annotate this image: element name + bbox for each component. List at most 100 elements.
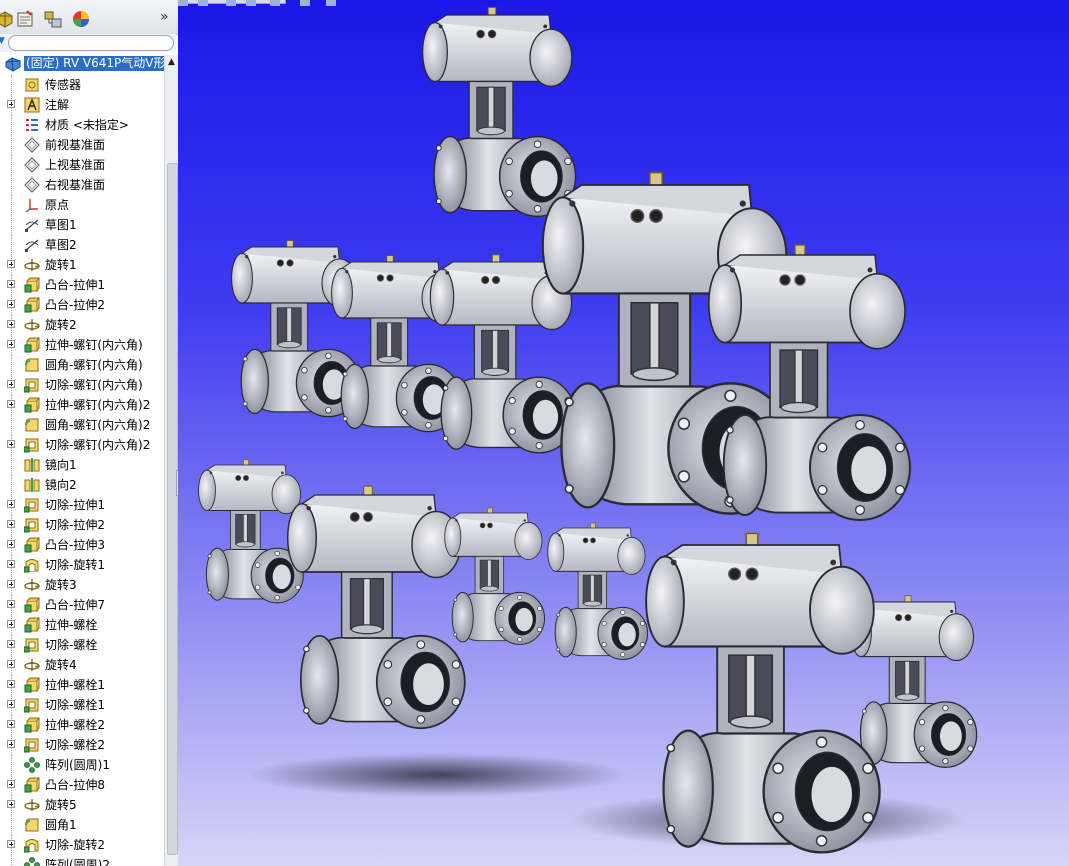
extrude-icon bbox=[24, 597, 40, 613]
tree-item[interactable]: 切除-拉伸1 bbox=[0, 495, 164, 515]
tree-item[interactable]: 右视基准面 bbox=[0, 175, 164, 195]
expand-toggle-icon[interactable] bbox=[7, 500, 15, 508]
tree-item-label: 草图2 bbox=[45, 238, 77, 252]
expand-toggle-icon[interactable] bbox=[7, 740, 15, 748]
expand-toggle-icon[interactable] bbox=[7, 540, 15, 548]
tree-item[interactable]: 圆角-螺钉(内六角)2 bbox=[0, 415, 164, 435]
tree-item[interactable]: 切除-螺钉(内六角)2 bbox=[0, 435, 164, 455]
tree-item[interactable]: 凸台-拉伸3 bbox=[0, 535, 164, 555]
origin-icon bbox=[25, 199, 38, 213]
tree-item[interactable]: 阵列(圆周)2 bbox=[0, 855, 164, 866]
filter-input[interactable] bbox=[8, 35, 174, 51]
scroll-up-icon[interactable]: ▲ bbox=[165, 55, 178, 69]
expand-toggle-icon[interactable] bbox=[7, 520, 15, 528]
expand-toggle-icon[interactable] bbox=[7, 720, 15, 728]
expand-toggle-icon[interactable] bbox=[7, 580, 15, 588]
expand-toggle-icon[interactable] bbox=[7, 700, 15, 708]
tree-item[interactable]: 凸台-拉伸7 bbox=[0, 595, 164, 615]
expand-toggle-icon[interactable] bbox=[7, 320, 15, 328]
tree-item[interactable]: 传感器 bbox=[0, 75, 164, 95]
appearance-manager-tab[interactable] bbox=[70, 8, 92, 30]
tree-item[interactable]: 草图2 bbox=[0, 235, 164, 255]
expand-toggle-icon[interactable] bbox=[7, 280, 15, 288]
tree-item[interactable]: 拉伸-螺钉(内六角) bbox=[0, 335, 164, 355]
fillet-icon bbox=[25, 418, 39, 432]
valve-model[interactable] bbox=[707, 244, 911, 521]
tree-item[interactable]: 切除-螺钉(内六角) bbox=[0, 375, 164, 395]
cut-revolve-icon bbox=[24, 839, 39, 853]
tree-item[interactable]: 切除-螺栓1 bbox=[0, 695, 164, 715]
tree-item[interactable]: 切除-旋转2 bbox=[0, 835, 164, 855]
graphics-viewport[interactable] bbox=[178, 0, 1069, 866]
tree-item-label: 镜向2 bbox=[45, 478, 77, 492]
valve-model-scene[interactable] bbox=[178, 0, 1069, 866]
valve-model[interactable] bbox=[644, 532, 881, 854]
expand-toggle-icon[interactable] bbox=[7, 800, 15, 808]
filter-icon[interactable]: ▼ bbox=[0, 36, 5, 46]
tree-item[interactable]: 凸台-拉伸1 bbox=[0, 275, 164, 295]
tree-item[interactable]: 旋转4 bbox=[0, 655, 164, 675]
configuration-manager-tab[interactable] bbox=[42, 8, 64, 30]
tree-item[interactable]: 旋转5 bbox=[0, 795, 164, 815]
tree-item[interactable]: 前视基准面 bbox=[0, 135, 164, 155]
expand-toggle-icon[interactable] bbox=[7, 380, 15, 388]
mirror-icon bbox=[24, 478, 40, 492]
tree-item[interactable]: 镜向2 bbox=[0, 475, 164, 495]
collapse-panel-icon[interactable]: » bbox=[160, 10, 169, 24]
expand-toggle-icon[interactable] bbox=[7, 780, 15, 788]
tree-item[interactable]: 旋转1 bbox=[0, 255, 164, 275]
valve-model[interactable] bbox=[286, 485, 466, 730]
expand-toggle-icon[interactable] bbox=[7, 600, 15, 608]
expand-toggle-icon[interactable] bbox=[7, 840, 15, 848]
tree-item[interactable]: 切除-旋转1 bbox=[0, 555, 164, 575]
tree-item[interactable]: 拉伸-螺栓1 bbox=[0, 675, 164, 695]
tree-item[interactable]: 阵列(圆周)1 bbox=[0, 755, 164, 775]
tree-item[interactable]: 拉伸-螺栓2 bbox=[0, 715, 164, 735]
tree-item-label: 切除-螺钉(内六角) bbox=[45, 378, 143, 392]
expand-toggle-icon[interactable] bbox=[7, 640, 15, 648]
tree-item[interactable]: 草图1 bbox=[0, 215, 164, 235]
scroll-thumb[interactable] bbox=[167, 163, 178, 855]
annotation-icon bbox=[24, 97, 40, 113]
tree-connector-line bbox=[11, 855, 12, 866]
tree-item[interactable]: 上视基准面 bbox=[0, 155, 164, 175]
expand-toggle-icon[interactable] bbox=[7, 660, 15, 668]
expand-toggle-icon[interactable] bbox=[7, 560, 15, 568]
expand-toggle-icon[interactable] bbox=[7, 440, 15, 448]
expand-toggle-icon[interactable] bbox=[7, 300, 15, 308]
tree-item[interactable]: 旋转2 bbox=[0, 315, 164, 335]
expand-toggle-icon[interactable] bbox=[7, 620, 15, 628]
cut-icon bbox=[24, 498, 39, 513]
tree-item-label: 草图1 bbox=[45, 218, 77, 232]
tree-item-label: 切除-螺钉(内六角)2 bbox=[45, 438, 151, 452]
tree-item[interactable]: 圆角1 bbox=[0, 815, 164, 835]
tree-root-item[interactable]: (固定) RV V641P气动V形 bbox=[0, 55, 168, 75]
tree-item[interactable]: 材质 <未指定> bbox=[0, 115, 164, 135]
tree-connector-line bbox=[11, 815, 12, 835]
expand-toggle-icon[interactable] bbox=[7, 340, 15, 348]
tree-item[interactable]: 原点 bbox=[0, 195, 164, 215]
expand-toggle-icon[interactable] bbox=[7, 100, 15, 108]
tree-item[interactable]: 切除-螺栓2 bbox=[0, 735, 164, 755]
valve-model[interactable] bbox=[547, 522, 649, 660]
expand-toggle-icon[interactable] bbox=[7, 260, 15, 268]
tree-item[interactable]: 圆角-螺钉(内六角) bbox=[0, 355, 164, 375]
tree-item[interactable]: 注解 bbox=[0, 95, 164, 115]
tree-item[interactable]: 拉伸-螺栓 bbox=[0, 615, 164, 635]
tree-item-label: 旋转1 bbox=[45, 258, 77, 272]
tree-item-label: 拉伸-螺栓1 bbox=[45, 678, 105, 692]
expand-toggle-icon[interactable] bbox=[7, 680, 15, 688]
property-manager-tab[interactable] bbox=[14, 8, 36, 30]
tree-item[interactable]: 拉伸-螺钉(内六角)2 bbox=[0, 395, 164, 415]
tree-item[interactable]: 切除-螺栓 bbox=[0, 635, 164, 655]
extrude-icon bbox=[24, 537, 40, 553]
valve-model[interactable] bbox=[444, 507, 546, 645]
expand-toggle-icon[interactable] bbox=[7, 400, 15, 408]
tree-item[interactable]: 旋转3 bbox=[0, 575, 164, 595]
tree-item[interactable]: 镜向1 bbox=[0, 455, 164, 475]
valve-model[interactable] bbox=[421, 6, 577, 218]
tree-item[interactable]: 凸台-拉伸2 bbox=[0, 295, 164, 315]
tree-item[interactable]: 切除-拉伸2 bbox=[0, 515, 164, 535]
tree-item[interactable]: 凸台-拉伸8 bbox=[0, 775, 164, 795]
tree-scrollbar[interactable]: ▲ bbox=[164, 55, 178, 866]
